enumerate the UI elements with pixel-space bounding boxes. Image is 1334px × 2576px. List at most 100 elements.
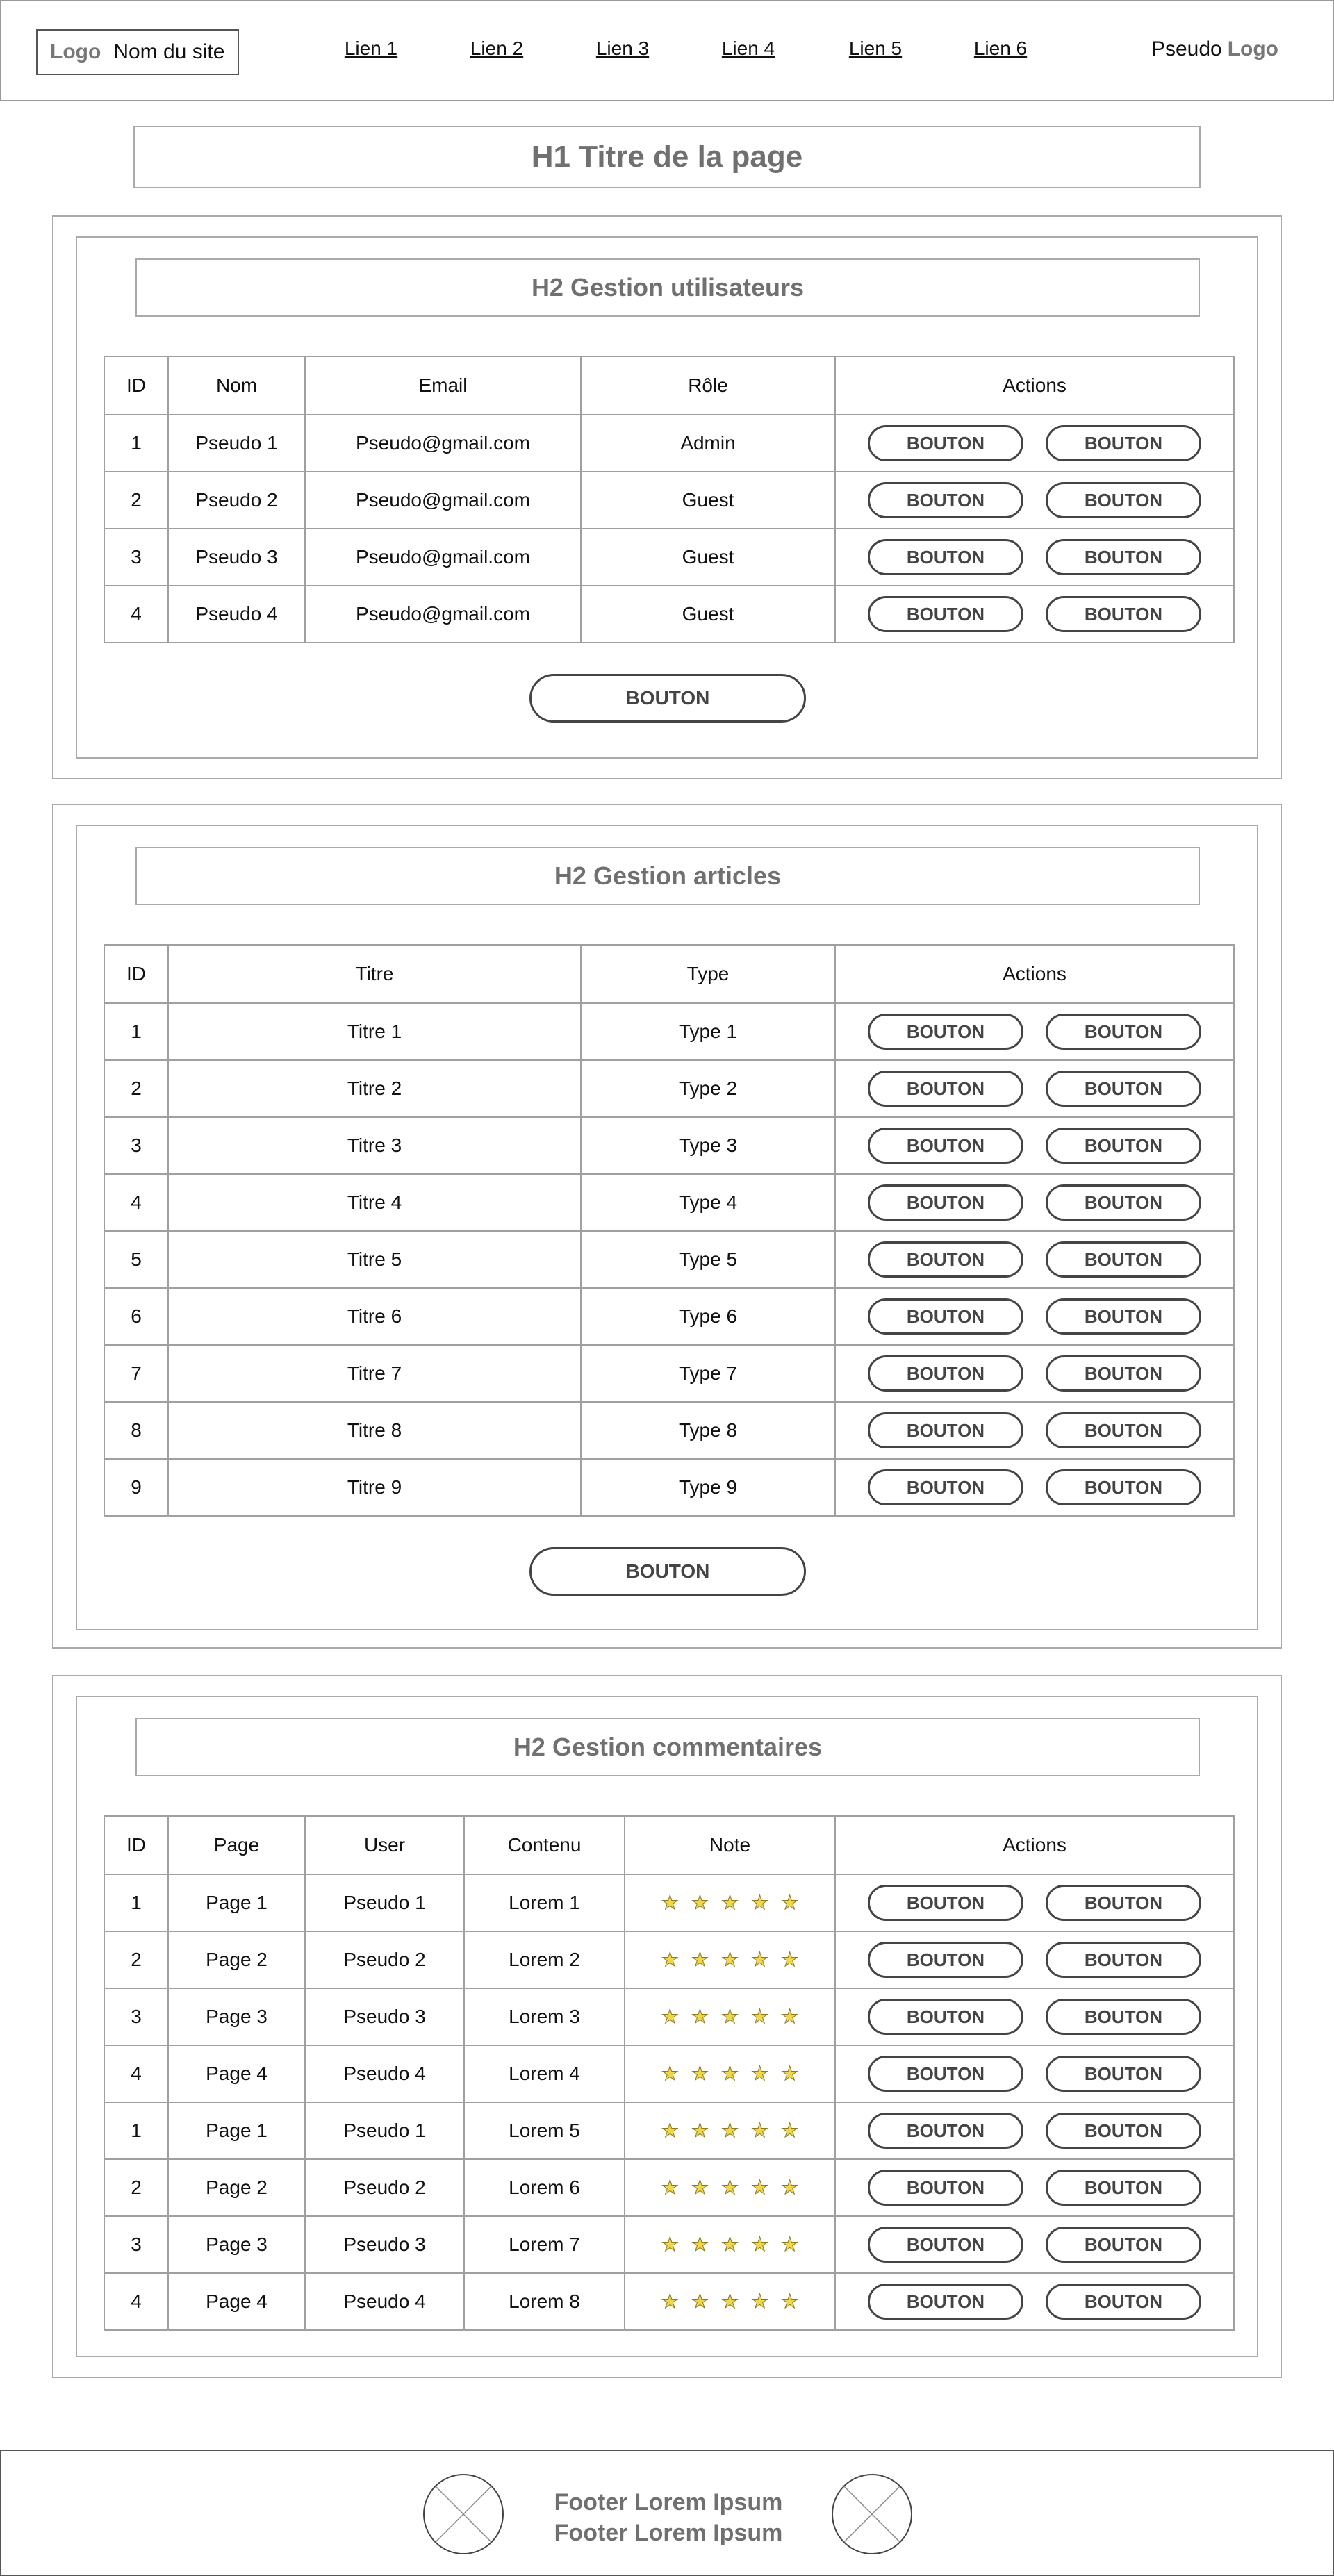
star-icon[interactable]: ★ [751, 2120, 769, 2140]
row-action-button[interactable]: BOUTON [1046, 596, 1201, 632]
star-icon[interactable]: ★ [661, 2234, 679, 2254]
star-icon[interactable]: ★ [661, 2006, 679, 2026]
users-heading-box: H2 Gestion utilisateurs [135, 258, 1200, 317]
row-action-button[interactable]: BOUTON [1046, 2284, 1201, 2320]
star-icon[interactable]: ★ [720, 2120, 739, 2140]
star-icon[interactable]: ★ [751, 2177, 769, 2197]
row-action-button[interactable]: BOUTON [868, 1298, 1023, 1335]
star-icon[interactable]: ★ [661, 1892, 679, 1913]
star-icon[interactable]: ★ [661, 2291, 679, 2311]
row-action-button[interactable]: BOUTON [1046, 539, 1201, 575]
star-icon[interactable]: ★ [691, 2063, 709, 2083]
star-icon[interactable]: ★ [781, 1949, 799, 1970]
row-action-button[interactable]: BOUTON [868, 1241, 1023, 1278]
star-icon[interactable]: ★ [661, 2177, 679, 2197]
star-icon[interactable]: ★ [781, 2177, 799, 2197]
row-action-button[interactable]: BOUTON [868, 2170, 1023, 2206]
star-icon[interactable]: ★ [691, 2291, 709, 2311]
row-action-button[interactable]: BOUTON [1046, 1184, 1201, 1221]
row-action-button[interactable]: BOUTON [868, 539, 1023, 575]
star-icon[interactable]: ★ [720, 2063, 739, 2083]
star-icon[interactable]: ★ [751, 1892, 769, 1913]
cell-type: Type 3 [580, 1116, 836, 1175]
star-icon[interactable]: ★ [661, 1949, 679, 1970]
row-action-button[interactable]: BOUTON [868, 1128, 1023, 1164]
nav-link-4[interactable]: Lien 4 [710, 38, 787, 60]
row-action-button[interactable]: BOUTON [868, 1999, 1023, 2035]
star-icon[interactable]: ★ [781, 1892, 799, 1913]
star-icon[interactable]: ★ [661, 2120, 679, 2140]
cell-id: 3 [104, 528, 169, 586]
row-action-button[interactable]: BOUTON [1046, 1885, 1201, 1921]
star-icon[interactable]: ★ [720, 1949, 739, 1970]
row-action-button[interactable]: BOUTON [868, 1942, 1023, 1978]
cell-page: Page 1 [167, 1874, 306, 1932]
star-icon[interactable]: ★ [691, 1949, 709, 1970]
star-icon[interactable]: ★ [661, 2063, 679, 2083]
row-action-button[interactable]: BOUTON [1046, 2113, 1201, 2149]
row-action-button[interactable]: BOUTON [1046, 1942, 1201, 1978]
row-action-button[interactable]: BOUTON [1046, 1014, 1201, 1050]
star-icon[interactable]: ★ [720, 2177, 739, 2197]
users-main-button[interactable]: BOUTON [529, 674, 806, 723]
row-action-button[interactable]: BOUTON [1046, 2227, 1201, 2263]
row-action-button[interactable]: BOUTON [1046, 2170, 1201, 2206]
star-icon[interactable]: ★ [781, 2234, 799, 2254]
row-action-button[interactable]: BOUTON [868, 2284, 1023, 2320]
row-action-button[interactable]: BOUTON [868, 2227, 1023, 2263]
row-action-button[interactable]: BOUTON [868, 1469, 1023, 1505]
star-icon[interactable]: ★ [691, 1892, 709, 1913]
row-action-button[interactable]: BOUTON [1046, 1128, 1201, 1164]
row-action-button[interactable]: BOUTON [868, 482, 1023, 518]
footer-line: Footer Lorem Ipsum [554, 2489, 783, 2516]
star-icon[interactable]: ★ [751, 2006, 769, 2026]
star-icon[interactable]: ★ [720, 2006, 739, 2026]
star-icon[interactable]: ★ [720, 1892, 739, 1913]
star-icon[interactable]: ★ [751, 2063, 769, 2083]
row-action-button[interactable]: BOUTON [868, 2056, 1023, 2092]
star-icon[interactable]: ★ [720, 2234, 739, 2254]
cell-user: Pseudo 2 [304, 2158, 465, 2217]
star-icon[interactable]: ★ [781, 2120, 799, 2140]
user-area[interactable]: Pseudo Logo [1151, 38, 1278, 61]
star-icon[interactable]: ★ [691, 2120, 709, 2140]
star-icon[interactable]: ★ [751, 2291, 769, 2311]
row-action-button[interactable]: BOUTON [1046, 2056, 1201, 2092]
star-icon[interactable]: ★ [751, 1949, 769, 1970]
row-action-button[interactable]: BOUTON [1046, 425, 1201, 461]
star-icon[interactable]: ★ [720, 2291, 739, 2311]
row-action-button[interactable]: BOUTON [1046, 1355, 1201, 1392]
nav-link-5[interactable]: Lien 5 [837, 38, 914, 60]
row-action-button[interactable]: BOUTON [868, 2113, 1023, 2149]
star-icon[interactable]: ★ [781, 2291, 799, 2311]
row-action-button[interactable]: BOUTON [1046, 1298, 1201, 1335]
nav-link-6[interactable]: Lien 6 [962, 38, 1039, 60]
star-icon[interactable]: ★ [781, 2063, 799, 2083]
row-action-button[interactable]: BOUTON [1046, 1071, 1201, 1107]
row-action-button[interactable]: BOUTON [1046, 1412, 1201, 1448]
row-action-button[interactable]: BOUTON [868, 1355, 1023, 1392]
star-icon[interactable]: ★ [691, 2234, 709, 2254]
rating-stars: ★ ★ ★ ★ ★ [625, 2120, 834, 2140]
star-icon[interactable]: ★ [781, 2006, 799, 2026]
row-action-button[interactable]: BOUTON [868, 596, 1023, 632]
row-action-button[interactable]: BOUTON [868, 1885, 1023, 1921]
nav-link-3[interactable]: Lien 3 [584, 38, 661, 60]
nav-link-1[interactable]: Lien 1 [333, 38, 409, 60]
star-icon[interactable]: ★ [691, 2177, 709, 2197]
row-actions: BOUTON BOUTON [834, 471, 1235, 529]
row-action-button[interactable]: BOUTON [868, 1014, 1023, 1050]
row-action-button[interactable]: BOUTON [868, 1071, 1023, 1107]
star-icon[interactable]: ★ [691, 2006, 709, 2026]
row-action-button[interactable]: BOUTON [1046, 1241, 1201, 1278]
row-action-button[interactable]: BOUTON [1046, 482, 1201, 518]
articles-main-button[interactable]: BOUTON [529, 1547, 806, 1596]
row-action-button[interactable]: BOUTON [1046, 1999, 1201, 2035]
cell-title: Titre 2 [167, 1059, 582, 1118]
row-action-button[interactable]: BOUTON [868, 1412, 1023, 1448]
row-action-button[interactable]: BOUTON [868, 1184, 1023, 1221]
nav-link-2[interactable]: Lien 2 [459, 38, 535, 60]
row-action-button[interactable]: BOUTON [868, 425, 1023, 461]
star-icon[interactable]: ★ [751, 2234, 769, 2254]
row-action-button[interactable]: BOUTON [1046, 1469, 1201, 1505]
